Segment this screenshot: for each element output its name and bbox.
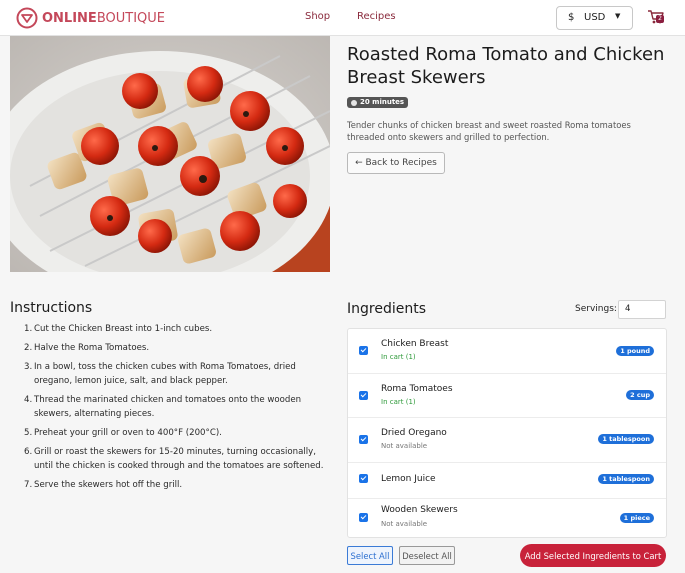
quantity-badge: 2 cup [626,390,654,400]
instructions-list: 1. Cut the Chicken Breast into 1-inch cub… [24,322,330,497]
ingredients-list: Chicken Breast In cart (1) 1 pound Roma … [347,328,667,538]
quantity-badge: 1 pound [616,346,654,356]
ingredient-checkbox[interactable] [359,391,368,400]
currency-symbol: $ [568,12,575,23]
instruction-step: 4. Thread the marinated chicken and tomat… [24,395,302,419]
instruction-step: 6. Grill or roast the skewers for 15-20 m… [24,447,324,471]
ingredient-status: Not available [381,442,428,450]
instructions-heading: Instructions [10,300,93,316]
cook-time-label: 20 minutes [360,98,405,106]
recipe-image [10,36,330,272]
quantity-badge: 1 piece [619,513,654,523]
instruction-step: 1. Cut the Chicken Breast into 1-inch cub… [24,324,213,334]
instruction-step: 5. Preheat your grill or oven to 400°F (2… [24,428,222,438]
chevron-down-icon: ▼ [615,12,621,20]
instruction-step: 2. Halve the Roma Tomatoes. [24,343,150,353]
cart-count-badge: 2 [656,15,664,23]
ingredient-name: Chicken Breast [381,339,449,349]
ingredient-checkbox[interactable] [359,435,368,444]
instruction-step: 3. In a bowl, toss the chicken cubes with… [24,362,296,386]
instruction-step: 7. Serve the skewers hot off the grill. [24,480,183,490]
ingredient-row: Roma Tomatoes In cart (1) 2 cup [348,374,666,418]
quantity-badge: 1 tablespoon [598,474,654,484]
ingredient-status: Not available [381,520,428,528]
select-all-button[interactable]: Select All [347,546,393,565]
top-header: ONLINEBOUTIQUE Shop Recipes $ USD ▼ 2 [0,0,685,36]
logo[interactable]: ONLINEBOUTIQUE [16,7,165,29]
ingredient-name: Dried Oregano [381,428,447,438]
ingredient-name: Roma Tomatoes [381,384,453,394]
logo-text: ONLINEBOUTIQUE [42,10,165,26]
deselect-all-button[interactable]: Deselect All [399,546,455,565]
add-selected-to-cart-button[interactable]: Add Selected Ingredients to Cart [520,544,666,567]
currency-select[interactable]: $ USD ▼ [556,6,633,30]
ingredient-checkbox[interactable] [359,513,368,522]
cook-time-badge: 20 minutes [347,97,409,108]
servings-label: Servings: [575,304,617,314]
logo-icon [16,7,38,29]
ingredient-status: In cart (1) [381,353,416,361]
currency-code: USD [584,12,606,23]
ingredient-row: Chicken Breast In cart (1) 1 pound [348,329,666,374]
quantity-badge: 1 tablespoon [598,434,654,444]
nav-recipes-link[interactable]: Recipes [357,11,396,22]
ingredient-name: Wooden Skewers [381,505,458,515]
ingredient-row: Lemon Juice 1 tablespoon [348,463,666,499]
ingredient-checkbox[interactable] [359,474,368,483]
ingredient-status: In cart (1) [381,398,416,406]
ingredient-checkbox[interactable] [359,346,368,355]
ingredient-row: Dried Oregano Not available 1 tablespoon [348,418,666,463]
ingredients-heading: Ingredients [347,301,426,317]
ingredient-row: Wooden Skewers Not available 1 piece [348,499,666,538]
recipe-title: Roasted Roma Tomato and Chicken Breast S… [347,44,665,88]
recipe-description: Tender chunks of chicken breast and swee… [347,120,631,142]
ingredient-name: Lemon Juice [381,474,436,484]
back-to-recipes-button[interactable]: ← Back to Recipes [347,152,445,174]
clock-icon [351,99,357,106]
nav-shop-link[interactable]: Shop [305,11,330,22]
servings-input[interactable]: 4 [618,300,666,319]
